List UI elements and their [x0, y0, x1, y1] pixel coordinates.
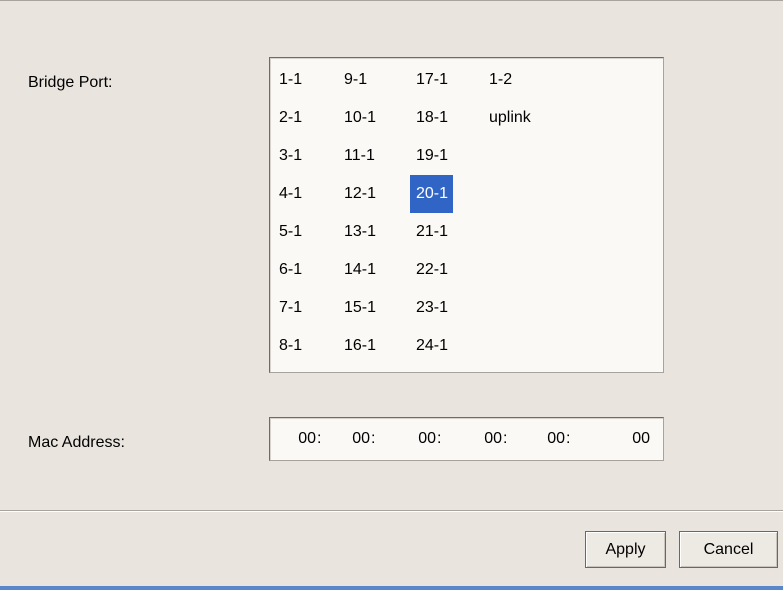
- mac-separator: :: [371, 430, 376, 447]
- mac-octet-5[interactable]: [519, 418, 565, 460]
- mac-octet-3[interactable]: [390, 418, 436, 460]
- bridge-port-label: Bridge Port:: [28, 74, 113, 91]
- mac-octet-6[interactable]: [604, 418, 650, 460]
- apply-button[interactable]: Apply: [585, 531, 666, 568]
- port-option[interactable]: 18-1: [410, 99, 453, 137]
- mac-octet-1[interactable]: [270, 418, 316, 460]
- port-option[interactable]: 15-1: [338, 289, 381, 327]
- port-option[interactable]: 9-1: [338, 61, 381, 99]
- port-option[interactable]: 23-1: [410, 289, 453, 327]
- port-option[interactable]: 22-1: [410, 251, 453, 289]
- cancel-button[interactable]: Cancel: [679, 531, 778, 568]
- port-option[interactable]: uplink: [483, 99, 536, 137]
- port-option[interactable]: 12-1: [338, 175, 381, 213]
- port-column-3: 17-1 18-1 19-1 20-1 21-1 22-1 23-1 24-1: [410, 61, 454, 365]
- port-option[interactable]: 5-1: [273, 213, 307, 251]
- port-option[interactable]: 1-1: [273, 61, 307, 99]
- port-option[interactable]: 21-1: [410, 213, 453, 251]
- port-column-2: 9-1 10-1 11-1 12-1 13-1 14-1 15-1 16-1: [338, 61, 381, 365]
- port-option[interactable]: 3-1: [273, 137, 307, 175]
- port-option[interactable]: 1-2: [483, 61, 536, 99]
- port-option[interactable]: 8-1: [273, 327, 307, 365]
- mac-octet-2[interactable]: [324, 418, 370, 460]
- port-option[interactable]: 20-1: [410, 175, 454, 213]
- port-option[interactable]: 19-1: [410, 137, 453, 175]
- port-option[interactable]: 4-1: [273, 175, 307, 213]
- mac-separator: :: [317, 430, 322, 447]
- port-option[interactable]: 2-1: [273, 99, 307, 137]
- mac-address-label: Mac Address:: [28, 434, 125, 451]
- mac-separator: :: [437, 430, 442, 447]
- port-option[interactable]: 7-1: [273, 289, 307, 327]
- port-option[interactable]: 13-1: [338, 213, 381, 251]
- port-column-4: 1-2 uplink: [483, 61, 536, 137]
- mac-separator: :: [503, 430, 508, 447]
- footer-divider-highlight: [0, 511, 783, 512]
- mac-separator: :: [566, 430, 571, 447]
- port-option[interactable]: 16-1: [338, 327, 381, 365]
- port-option[interactable]: 11-1: [338, 137, 381, 175]
- bridge-port-listbox[interactable]: 1-1 2-1 3-1 4-1 5-1 6-1 7-1 8-1 9-1 10-1…: [269, 57, 664, 373]
- window-bottom-edge: [0, 586, 783, 590]
- mac-octet-4[interactable]: [456, 418, 502, 460]
- port-option[interactable]: 17-1: [410, 61, 453, 99]
- port-option[interactable]: 6-1: [273, 251, 307, 289]
- port-option[interactable]: 10-1: [338, 99, 381, 137]
- mac-address-field: : : : : :: [269, 417, 664, 461]
- port-option[interactable]: 24-1: [410, 327, 453, 365]
- port-column-1: 1-1 2-1 3-1 4-1 5-1 6-1 7-1 8-1: [273, 61, 307, 365]
- port-option[interactable]: 14-1: [338, 251, 381, 289]
- top-divider: [0, 0, 783, 1]
